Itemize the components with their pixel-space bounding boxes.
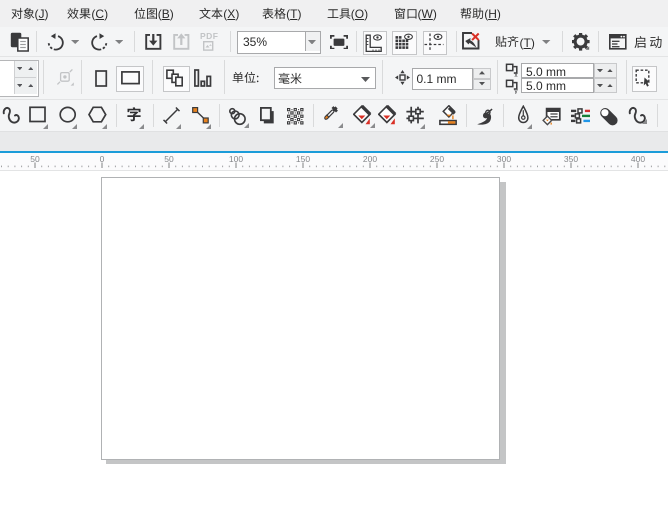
- svg-text:x: x: [514, 72, 518, 78]
- svg-text:y: y: [514, 88, 518, 94]
